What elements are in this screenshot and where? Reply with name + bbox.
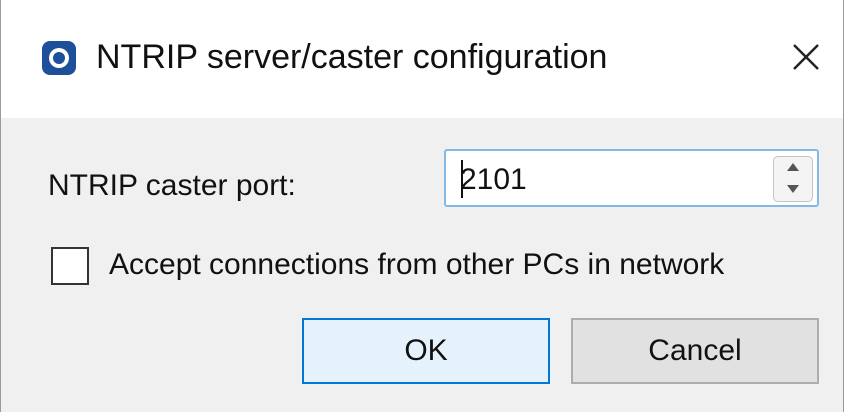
text-cursor [461, 160, 463, 198]
close-icon [791, 42, 821, 77]
port-spinbox[interactable]: 2101 [444, 149, 819, 207]
accept-connections-checkbox[interactable] [51, 247, 89, 285]
ok-button[interactable]: OK [302, 318, 550, 384]
accept-connections-label[interactable]: Accept connections from other PCs in net… [109, 248, 724, 282]
triangle-down-icon [786, 181, 800, 199]
dialog-content: NTRIP caster port: 2101 Accept connectio… [1, 118, 843, 412]
spin-up-button[interactable] [774, 157, 812, 179]
port-label: NTRIP caster port: [48, 169, 296, 202]
app-ring-icon [42, 41, 76, 75]
close-button[interactable] [777, 30, 835, 88]
port-input[interactable]: 2101 [460, 163, 527, 197]
window-title: NTRIP server/caster configuration [96, 38, 608, 76]
title-bar[interactable]: NTRIP server/caster configuration [1, 0, 843, 118]
spin-down-button[interactable] [774, 179, 812, 201]
cancel-button[interactable]: Cancel [571, 318, 819, 384]
dialog-window: NTRIP server/caster configuration NTRIP … [0, 0, 844, 412]
triangle-up-icon [786, 159, 800, 177]
spin-buttons [773, 156, 813, 202]
